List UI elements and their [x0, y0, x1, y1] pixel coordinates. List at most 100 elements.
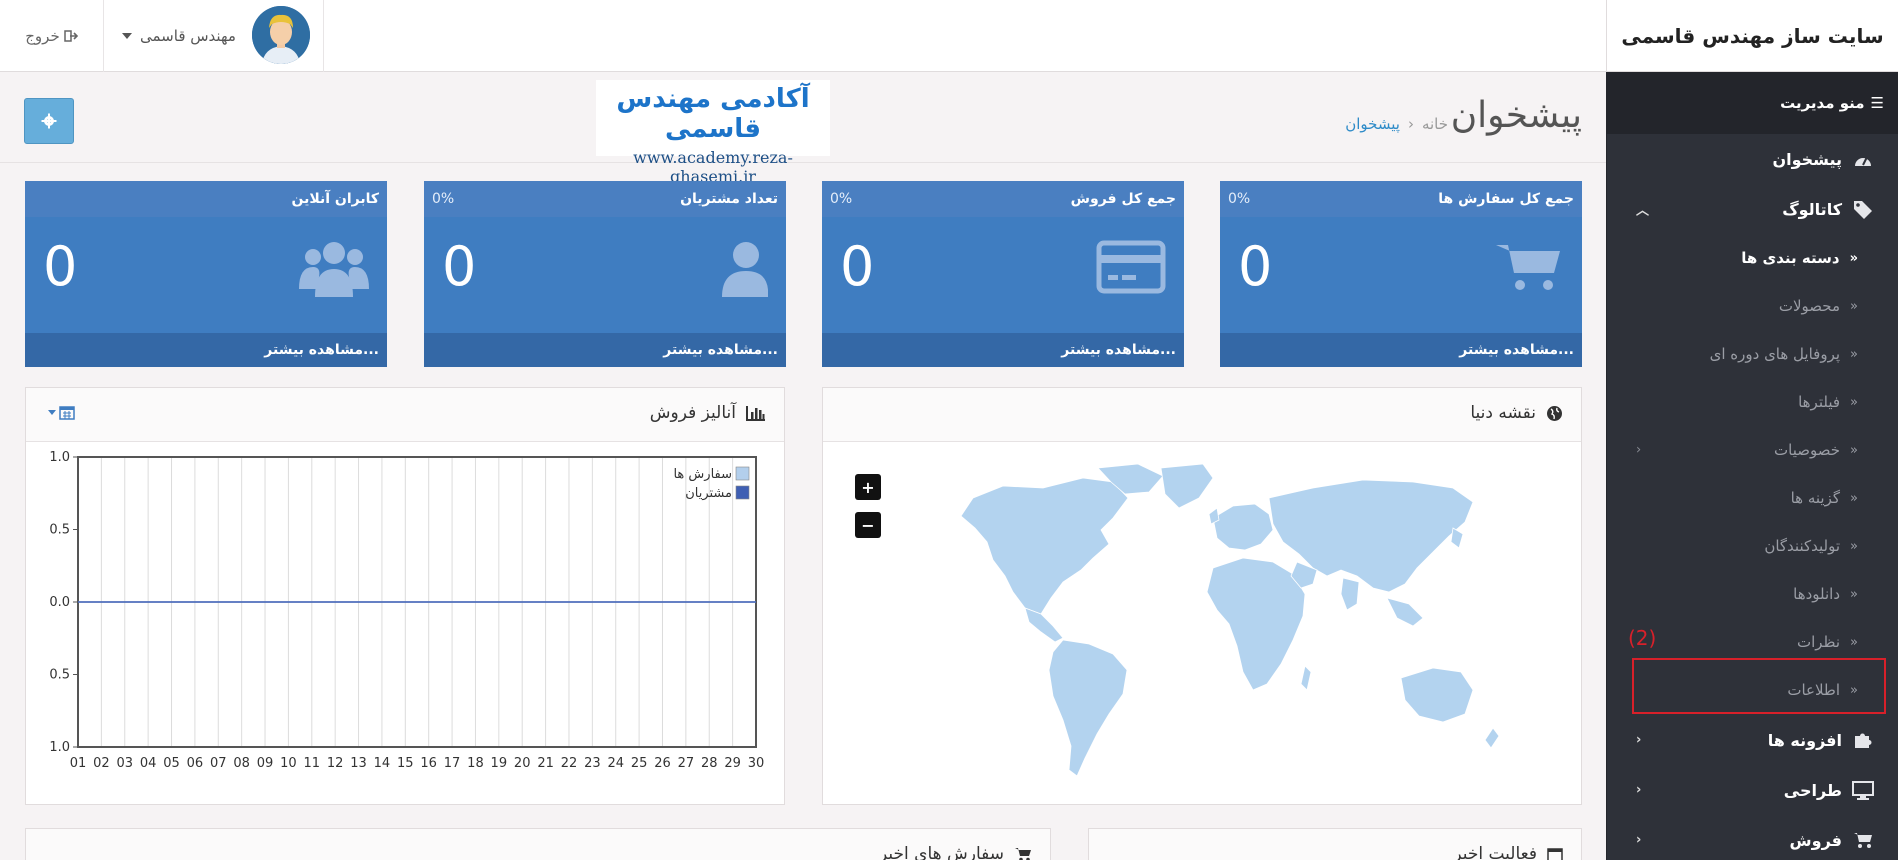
sidebar-item-dashboard[interactable]: پیشخوان	[1606, 134, 1898, 184]
x-tick-label: 13	[350, 756, 367, 771]
x-tick-label: 26	[654, 756, 671, 771]
x-tick-label: 04	[140, 756, 157, 771]
tile-more-link[interactable]: مشاهده بیشتر...	[25, 333, 387, 367]
double-chevron-icon: »	[1850, 490, 1858, 506]
panel-title: نقشه دنیا	[1470, 403, 1536, 423]
sidebar-sub-manufacturers[interactable]: تولیدکنندگان »	[1606, 522, 1898, 570]
y-tick-label: 0.5	[49, 668, 70, 683]
tile-more-link[interactable]: مشاهده بیشتر...	[822, 333, 1184, 367]
x-tick-label: 05	[163, 756, 180, 771]
x-tick-label: 18	[467, 756, 484, 771]
y-tick-label: 1.0	[49, 450, 70, 465]
double-chevron-icon: »	[1850, 394, 1858, 410]
cart-icon	[1852, 829, 1874, 851]
tile-total-orders: 0% جمع کل سفارش ها 0 مشاهده بیشتر...	[1220, 181, 1582, 367]
tile-title: جمع کل فروش	[1070, 191, 1176, 207]
calendar-icon	[1547, 848, 1563, 860]
dashboard-icon	[1852, 148, 1874, 170]
sidebar-item-sales[interactable]: › فروش	[1606, 815, 1898, 860]
sidebar-item-design[interactable]: › طراحی	[1606, 765, 1898, 815]
sidebar-sub-label: تولیدکنندگان	[1764, 537, 1841, 555]
chevron-right-icon: ›	[1636, 832, 1642, 848]
breadcrumb-home[interactable]: خانه	[1422, 115, 1448, 133]
sidebar-sub-options[interactable]: گزینه ها »	[1606, 474, 1898, 522]
sidebar-item-label: فروش	[1789, 830, 1842, 850]
sales-chart: 1.00.50.00.51.001 02 03 04 05 06 07 08 09 10 11 12 1…	[49, 450, 765, 771]
sidebar-sub-attributes[interactable]: › خصوصیات »	[1606, 426, 1898, 474]
zoom-in-button[interactable]: +	[855, 474, 881, 500]
x-tick-label: 06	[187, 756, 204, 771]
tile-more-link[interactable]: مشاهده بیشتر...	[424, 333, 786, 367]
user-menu[interactable]: مهندس قاسمی	[104, 0, 324, 72]
sidebar-menu-title[interactable]: منو مدیریت ☰	[1606, 72, 1898, 134]
tile-customers: 0% تعداد مشتریان 0 مشاهده بیشتر...	[424, 181, 786, 367]
x-tick-label: 10	[280, 756, 297, 771]
sidebar-sub-recurring-profiles[interactable]: پروفایل های دوره ای »	[1606, 330, 1898, 378]
sidebar-sub-label: دسته بندی ها	[1741, 249, 1840, 267]
tile-online-users: کابران آنلاین 0 مشاهده بیشتر...	[25, 181, 387, 367]
gear-icon	[41, 113, 57, 129]
y-tick-label: 1.0	[49, 740, 70, 755]
tile-title: کابران آنلاین	[291, 191, 379, 207]
legend-label: سفارش ها	[673, 467, 732, 482]
highlight-label: (2)	[1628, 626, 1657, 650]
tile-percent: 0%	[830, 191, 853, 207]
calendar-icon	[59, 406, 75, 420]
world-map[interactable]	[913, 458, 1503, 788]
tags-icon	[1852, 198, 1874, 220]
x-tick-label: 17	[444, 756, 461, 771]
sidebar-sub-downloads[interactable]: دانلودها »	[1606, 570, 1898, 618]
chevron-right-icon: ›	[1636, 732, 1642, 748]
legend-swatch	[735, 466, 750, 481]
sidebar-item-catalog[interactable]: ︿ کاتالوگ	[1606, 184, 1898, 234]
x-tick-label: 12	[327, 756, 344, 771]
x-tick-label: 22	[561, 756, 578, 771]
puzzle-icon	[1852, 729, 1874, 751]
panel-title: سفارش های اخیر	[879, 844, 1004, 860]
sidebar-sub-products[interactable]: محصولات »	[1606, 282, 1898, 330]
user-name: مهندس قاسمی	[140, 27, 236, 45]
x-tick-label: 30	[748, 756, 765, 771]
chevron-up-icon: ︿	[1636, 203, 1650, 219]
sidebar-sub-label: نظرات	[1796, 633, 1841, 651]
double-chevron-icon: »	[1850, 298, 1858, 314]
academy-title: آکادمی مهندس قاسمی	[616, 84, 810, 144]
chevron-right-icon: ›	[1636, 782, 1642, 798]
logout-button[interactable]: خروج	[0, 0, 104, 72]
tile-more-link[interactable]: مشاهده بیشتر...	[1220, 333, 1582, 367]
user-icon	[722, 242, 768, 297]
sidebar-sub-label: فیلترها	[1798, 393, 1841, 411]
tile-title: تعداد مشتریان	[680, 191, 778, 207]
x-tick-label: 21	[537, 756, 554, 771]
tile-value: 0	[442, 235, 477, 298]
credit-card-icon	[1096, 240, 1166, 294]
sidebar-sub-categories[interactable]: دسته بندی ها »	[1606, 234, 1898, 282]
bar-chart-icon	[746, 406, 765, 421]
sidebar-item-label: طراحی	[1783, 780, 1842, 800]
double-chevron-icon: »	[1849, 250, 1858, 266]
double-chevron-icon: »	[1850, 442, 1858, 458]
x-tick-label: 14	[374, 756, 391, 771]
tile-value: 0	[43, 235, 78, 298]
x-tick-label: 27	[678, 756, 695, 771]
sidebar: منو مدیریت ☰ پیشخوان ︿ کاتالوگ دسته بندی…	[1606, 72, 1898, 860]
calendar-dropdown[interactable]	[48, 404, 75, 420]
recent-orders-panel: سفارش های اخیر	[25, 828, 1051, 860]
settings-button[interactable]	[24, 98, 74, 144]
sidebar-sub-filters[interactable]: فیلترها »	[1606, 378, 1898, 426]
top-header: خروج مهندس قاسمی سایت ساز مهندس قاسمی	[0, 0, 1898, 72]
x-tick-label: 15	[397, 756, 414, 771]
sidebar-item-extensions[interactable]: › افزونه ها	[1606, 715, 1898, 765]
sidebar-item-label: کاتالوگ	[1782, 199, 1842, 219]
globe-icon	[1547, 405, 1562, 421]
panel-title: آنالیز فروش	[649, 403, 736, 423]
double-chevron-icon: »	[1850, 346, 1858, 362]
users-icon	[299, 242, 369, 297]
breadcrumb-current[interactable]: پیشخوان	[1345, 115, 1400, 133]
x-tick-label: 01	[70, 756, 87, 771]
breadcrumb-separator: ›	[1407, 115, 1414, 133]
x-tick-label: 29	[724, 756, 741, 771]
tile-percent: 0%	[1228, 191, 1251, 207]
zoom-out-button[interactable]: −	[855, 512, 881, 538]
site-brand[interactable]: سایت ساز مهندس قاسمی	[1606, 0, 1898, 72]
